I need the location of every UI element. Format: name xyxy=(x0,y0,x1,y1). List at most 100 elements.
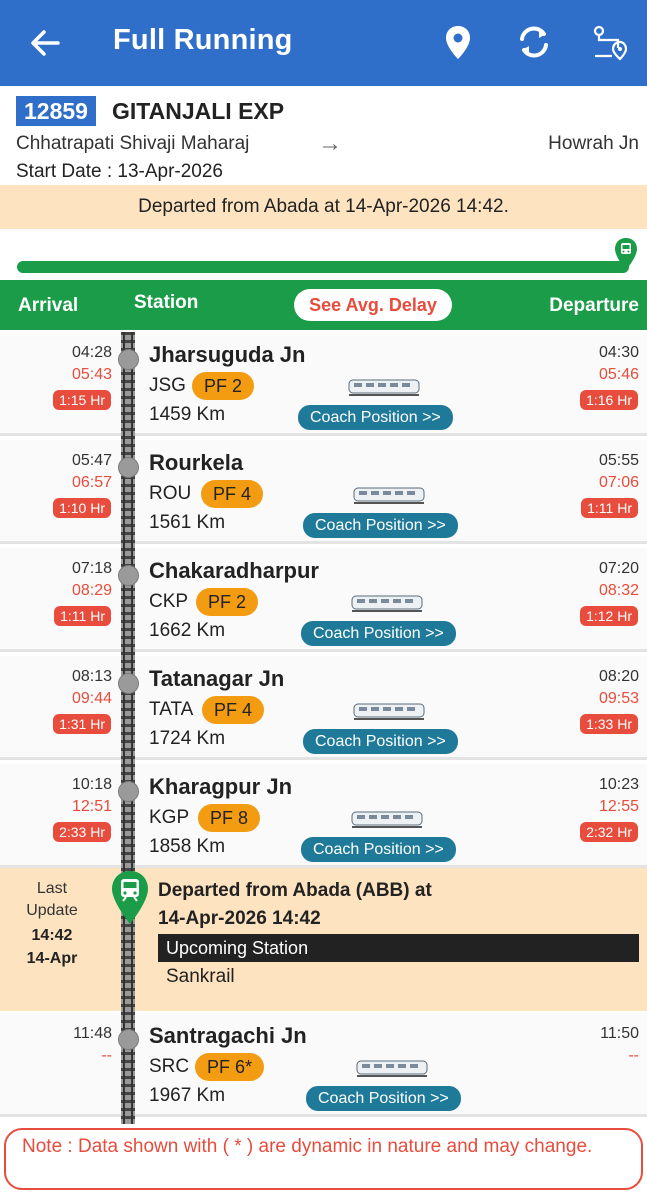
actual-departure: 12:55 xyxy=(598,798,639,815)
app-bar: Full Running xyxy=(0,0,647,86)
station-row[interactable]: 04:28 05:43 1:15 Hr Jharsuguda Jn JSG PF… xyxy=(0,332,647,436)
actual-arrival: 08:29 xyxy=(71,582,112,599)
last-update-date: 14-Apr xyxy=(26,950,78,967)
station-row[interactable]: 08:13 09:44 1:31 Hr Tatanagar Jn TATA PF… xyxy=(0,656,647,760)
status-banner: Departed from Abada at 14-Apr-2026 14:42… xyxy=(0,185,647,229)
coach-train-icon xyxy=(353,487,425,504)
actual-departure: 05:46 xyxy=(598,366,639,383)
station-dot-icon xyxy=(118,1029,139,1050)
platform-badge: PF 8 xyxy=(198,804,261,832)
departure-delay-badge: 1:12 Hr xyxy=(580,606,638,626)
current-status-line2: 14-Apr-2026 14:42 xyxy=(158,908,321,929)
station-row[interactable]: 11:48 -- Santragachi Jn SRC PF 6* 1967 K… xyxy=(0,1013,647,1117)
station-dot-icon xyxy=(118,349,139,370)
scheduled-departure: 08:20 xyxy=(598,668,639,685)
arrival-delay-badge: 1:11 Hr xyxy=(54,606,111,626)
station-name: Chakaradharpur xyxy=(149,558,319,583)
departure-delay-badge: 2:32 Hr xyxy=(580,822,638,842)
station-row[interactable]: 07:18 08:29 1:11 Hr Chakaradharpur CKP P… xyxy=(0,548,647,652)
actual-arrival: 05:43 xyxy=(71,366,112,383)
route-icon[interactable] xyxy=(590,22,630,62)
refresh-icon[interactable] xyxy=(514,22,554,62)
coach-position-button[interactable]: Coach Position >> xyxy=(306,1086,461,1111)
arrival-delay-badge: 2:33 Hr xyxy=(53,822,111,842)
page-title: Full Running xyxy=(113,24,293,56)
back-arrow-icon[interactable] xyxy=(28,26,62,60)
station-dot-icon xyxy=(118,565,139,586)
progress-bar xyxy=(17,261,629,273)
coach-train-icon xyxy=(356,1060,428,1077)
upcoming-station-label: Upcoming Station xyxy=(158,934,639,962)
station-name: Rourkela xyxy=(149,450,244,475)
station-row[interactable]: 05:47 06:57 1:10 Hr Rourkela ROU PF 4 15… xyxy=(0,440,647,544)
station-name: Santragachi Jn xyxy=(149,1023,307,1048)
actual-arrival: 09:44 xyxy=(71,690,112,707)
coach-position-button[interactable]: Coach Position >> xyxy=(303,729,458,754)
scheduled-departure: 05:55 xyxy=(598,452,639,469)
coach-train-icon xyxy=(348,379,420,396)
current-train-location-icon xyxy=(112,871,148,924)
destination-station: Howrah Jn xyxy=(548,133,639,154)
actual-departure: 08:32 xyxy=(598,582,639,599)
upcoming-station-name: Sankrail xyxy=(166,966,235,987)
distance: 1561 Km xyxy=(149,512,226,533)
station-dot-icon xyxy=(118,781,139,802)
arrival-delay-badge: 1:10 Hr xyxy=(53,498,111,518)
station-code: JSG xyxy=(149,375,186,396)
location-pin-icon[interactable] xyxy=(438,22,478,62)
platform-badge: PF 4 xyxy=(201,480,264,508)
journey-progress xyxy=(0,229,647,279)
train-number: 12859 xyxy=(16,96,96,126)
departure-delay-badge: 1:11 Hr xyxy=(581,498,638,518)
train-name: GITANJALI EXP xyxy=(112,98,285,124)
actual-arrival: 06:57 xyxy=(71,474,112,491)
scheduled-arrival: 11:48 xyxy=(73,1025,112,1042)
coach-train-icon xyxy=(353,703,425,720)
scheduled-departure: 11:50 xyxy=(600,1025,639,1042)
origin-station: Chhatrapati Shivaji Maharaj xyxy=(16,133,250,154)
actual-departure: -- xyxy=(628,1047,639,1064)
station-dot-icon xyxy=(118,457,139,478)
scheduled-arrival: 07:18 xyxy=(71,560,112,577)
scheduled-arrival: 05:47 xyxy=(71,452,112,469)
table-header: Arrival Station See Avg. Delay Departure xyxy=(0,280,647,330)
train-marker-icon xyxy=(614,237,638,271)
distance: 1459 Km xyxy=(149,404,226,425)
coach-train-icon xyxy=(351,811,423,828)
station-dot-icon xyxy=(118,673,139,694)
see-avg-delay-button[interactable]: See Avg. Delay xyxy=(294,289,452,321)
station-name: Kharagpur Jn xyxy=(149,774,293,799)
station-code: KGP xyxy=(149,807,190,828)
coach-position-button[interactable]: Coach Position >> xyxy=(301,621,456,646)
station-row[interactable]: 10:18 12:51 2:33 Hr Kharagpur Jn KGP PF … xyxy=(0,764,647,868)
coach-position-button[interactable]: Coach Position >> xyxy=(301,837,456,862)
station-code: CKP xyxy=(149,591,189,612)
distance: 1724 Km xyxy=(149,728,226,749)
dynamic-data-note: Note : Data shown with ( * ) are dynamic… xyxy=(4,1128,643,1190)
scheduled-arrival: 04:28 xyxy=(71,344,112,361)
platform-badge: PF 2 xyxy=(192,372,255,400)
coach-position-button[interactable]: Coach Position >> xyxy=(298,405,453,430)
railway-track xyxy=(121,332,135,1124)
platform-badge: PF 6* xyxy=(195,1053,265,1081)
platform-badge: PF 4 xyxy=(202,696,265,724)
actual-arrival: 12:51 xyxy=(71,798,112,815)
departure-delay-badge: 1:16 Hr xyxy=(580,390,638,410)
current-status-line1: Departed from Abada (ABB) at xyxy=(158,880,432,901)
last-update-label: Update xyxy=(26,902,78,919)
distance: 1858 Km xyxy=(149,836,226,857)
arrival-delay-badge: 1:15 Hr xyxy=(53,390,111,410)
scheduled-arrival: 10:18 xyxy=(71,776,112,793)
scheduled-departure: 07:20 xyxy=(598,560,639,577)
last-update-time: 14:42 xyxy=(31,927,73,944)
station-code: TATA xyxy=(149,699,194,720)
scheduled-departure: 10:23 xyxy=(598,776,639,793)
station-name: Jharsuguda Jn xyxy=(149,342,306,367)
current-position-panel: Last Update 14:42 14-Apr Departed from A… xyxy=(0,868,647,1011)
station-code: SRC xyxy=(149,1056,190,1077)
coach-position-button[interactable]: Coach Position >> xyxy=(303,513,458,538)
route-arrow-icon: → xyxy=(318,130,342,157)
start-date: Start Date : 13-Apr-2026 xyxy=(16,161,223,182)
actual-departure: 09:53 xyxy=(598,690,639,707)
last-update-label: Last xyxy=(36,880,68,897)
